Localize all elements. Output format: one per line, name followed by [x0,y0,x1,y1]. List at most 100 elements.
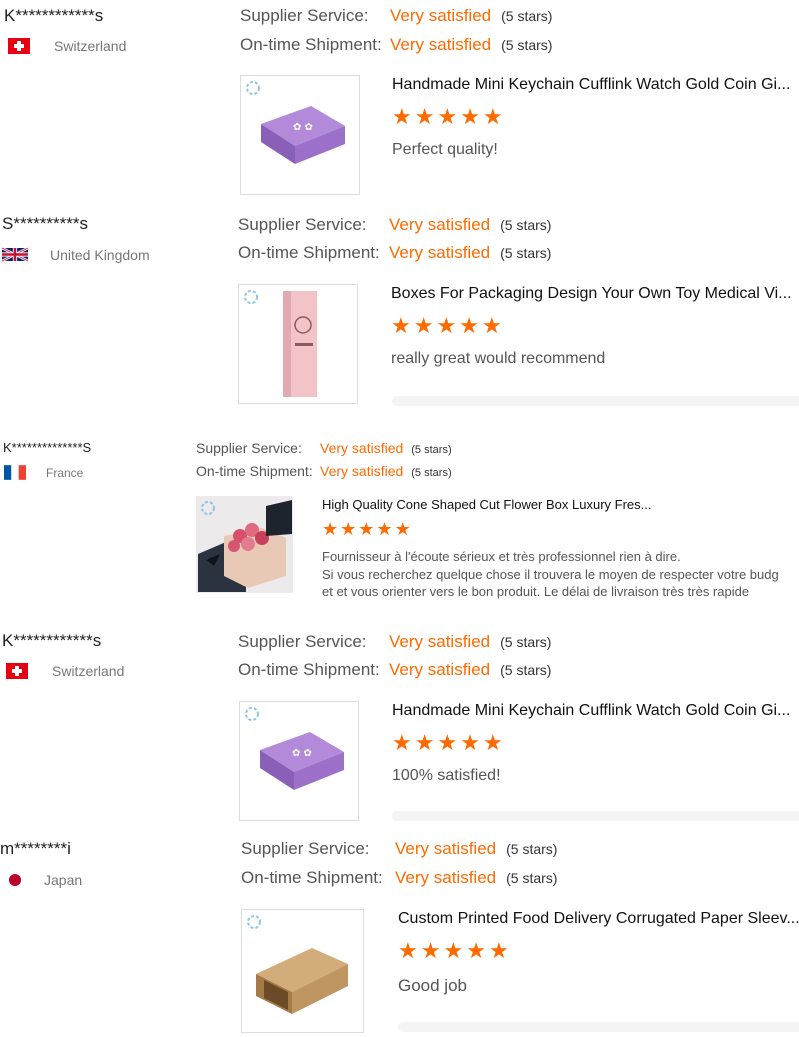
section-divider [392,396,799,406]
star-icon: ★ [443,938,464,963]
star-icon: ★ [482,730,503,755]
product-title-link[interactable]: Boxes For Packaging Design Your Own Toy … [391,285,795,303]
shipment-row: On-time Shipment: Very satisfied (5 star… [240,35,552,55]
product-thumbnail[interactable] [238,284,358,404]
supplier-service-row: Supplier Service: Very satisfied (5 star… [238,215,551,235]
review-text-line: Fournisseur à l'écoute sérieux et très p… [322,549,681,564]
supplier-service-label: Supplier Service: [238,215,367,234]
supplier-service-label: Supplier Service: [241,839,370,858]
star-icon: ★ [482,104,503,129]
supplier-service-value: Very satisfied [390,6,492,25]
product-thumbnail[interactable] [196,496,293,593]
supplier-service-stars: (5 stars) [506,841,558,857]
review-text-line: Si vous recherchez quelque chose il trou… [322,567,779,582]
rating-stars: ★ ★ ★ ★ ★ [398,940,509,962]
star-icon: ★ [392,730,412,755]
shipment-stars: (5 stars) [501,37,553,53]
product-thumbnail[interactable] [241,909,364,1033]
supplier-service-stars: (5 stars) [500,217,552,233]
supplier-service-row: Supplier Service: Very satisfied (5 star… [240,6,552,26]
review-text: Good job [398,976,467,995]
japan-flag-icon [8,873,22,887]
review-card: S**********s United Kingdom Supplier Ser… [0,208,799,413]
product-title-link[interactable]: High Quality Cone Shaped Cut Flower Box … [322,497,799,512]
reviewer-country: Switzerland [6,663,124,679]
rating-stars: ★ ★ ★ ★ ★ [391,315,502,337]
star-icon: ★ [459,313,479,338]
shipment-row: On-time Shipment: Very satisfied (5 star… [241,868,557,888]
shipment-row: On-time Shipment: Very satisfied (5 star… [196,463,452,479]
reviewer-name: K************s [4,6,104,25]
reviewer-name: K**************S [3,440,92,455]
review-card: m********i Japan Supplier Service: Very … [0,834,799,1037]
shipment-label: On-time Shipment: [238,660,380,679]
product-thumbnail[interactable]: ✿ ✿ [239,701,359,821]
product-thumbnail[interactable]: ✿ ✿ [240,75,360,195]
star-icon: ★ [340,519,357,539]
verified-badge-icon [247,915,261,929]
supplier-service-value: Very satisfied [389,632,491,651]
supplier-service-row: Supplier Service: Very satisfied (5 star… [196,440,452,456]
country-name: France [46,465,84,480]
country-name: United Kingdom [50,246,150,263]
shipment-value: Very satisfied [390,35,492,54]
shipment-label: On-time Shipment: [241,868,383,887]
shipment-stars: (5 stars) [411,467,452,479]
reviewer-name: m********i [0,839,71,858]
shipment-stars: (5 stars) [506,870,558,886]
star-icon: ★ [376,519,393,539]
verified-badge-icon [246,81,260,95]
product-title-link[interactable]: Custom Printed Food Delivery Corrugated … [398,910,799,928]
shipment-stars: (5 stars) [500,662,552,678]
review-text: Perfect quality! [392,141,498,158]
country-name: Switzerland [54,38,127,54]
star-icon: ★ [460,104,480,129]
review-card: K************s Switzerland Supplier Serv… [0,625,799,825]
shipment-label: On-time Shipment: [238,243,380,262]
section-divider [392,811,799,821]
star-icon: ★ [466,938,486,963]
review-card: K************s Switzerland Supplier Serv… [0,0,799,205]
supplier-service-label: Supplier Service: [238,632,367,651]
review-text-line: et et vous orienter vers le bon produit.… [322,584,750,599]
country-name: Switzerland [52,663,125,679]
review-text: 100% satisfied! [392,767,501,784]
shipment-value: Very satisfied [395,868,497,887]
reviewer-country: Japan [8,872,82,888]
shipment-row: On-time Shipment: Very satisfied (5 star… [238,243,551,263]
star-icon: ★ [414,104,435,129]
shipment-value: Very satisfied [389,660,491,679]
star-icon: ★ [460,730,480,755]
shipment-label: On-time Shipment: [240,35,382,54]
star-icon: ★ [437,104,458,129]
star-icon: ★ [398,938,418,963]
shipment-stars: (5 stars) [500,245,552,261]
switzerland-flag-icon [6,663,28,679]
supplier-service-value: Very satisfied [395,839,497,858]
star-icon: ★ [420,938,441,963]
supplier-service-row: Supplier Service: Very satisfied (5 star… [238,632,551,652]
star-icon: ★ [437,730,458,755]
shipment-value: Very satisfied [320,463,404,479]
supplier-service-value: Very satisfied [389,215,491,234]
star-icon: ★ [414,730,435,755]
supplier-service-stars: (5 stars) [411,444,452,456]
verified-badge-icon [201,501,215,515]
product-title-link[interactable]: Handmade Mini Keychain Cufflink Watch Go… [392,76,794,94]
star-icon: ★ [358,519,375,539]
rating-stars: ★ ★ ★ ★ ★ [392,106,503,128]
star-icon: ★ [394,519,411,539]
verified-badge-icon [245,707,259,721]
supplier-service-stars: (5 stars) [501,8,553,24]
supplier-service-stars: (5 stars) [500,634,552,650]
country-name: Japan [44,872,83,888]
review-card: K**************S France Supplier Service… [0,437,799,607]
star-icon: ★ [488,938,509,963]
shipment-value: Very satisfied [389,243,491,262]
united-kingdom-flag-icon [1,246,29,263]
reviewer-name: S**********s [2,214,88,233]
review-text: really great would recommend [391,350,606,367]
shipment-row: On-time Shipment: Very satisfied (5 star… [238,660,551,680]
verified-badge-icon [244,290,258,304]
product-title-link[interactable]: Handmade Mini Keychain Cufflink Watch Go… [392,702,795,720]
